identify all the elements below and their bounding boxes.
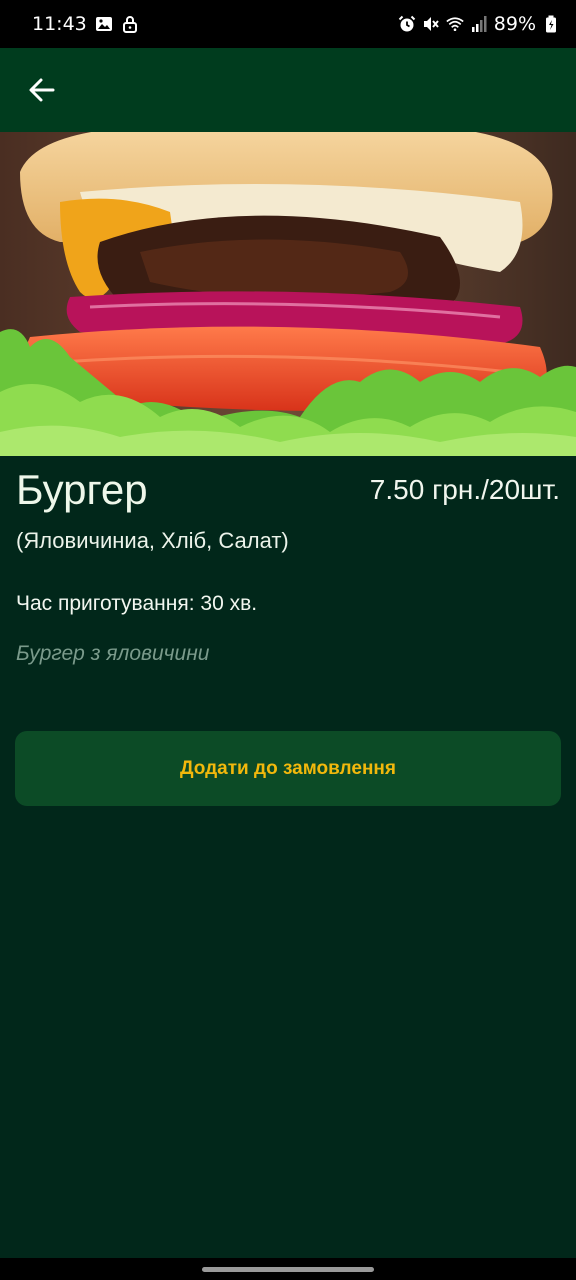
dish-title: Бургер [16, 466, 148, 513]
status-bar: 11:43 89% [0, 0, 576, 48]
dish-image [0, 132, 576, 456]
status-time: 11:43 [32, 13, 87, 35]
home-gesture-handle[interactable] [202, 1267, 374, 1272]
wifi-icon [446, 15, 464, 33]
alarm-icon [398, 15, 416, 33]
arrow-left-icon [29, 78, 55, 102]
mute-icon [422, 15, 440, 33]
app-bar [0, 48, 576, 132]
cook-time: Час приготування: 30 хв. [16, 592, 258, 615]
lock-icon [121, 15, 139, 33]
battery-icon [542, 15, 560, 33]
dish-ingredients: (Яловичиниа, Хліб, Салат) [16, 528, 289, 553]
title-row: Бургер 7.50 грн./20шт. [0, 456, 576, 532]
battery-percent: 89% [493, 13, 536, 35]
back-button[interactable] [24, 72, 60, 108]
navigation-bar [0, 1258, 576, 1280]
dish-details: Бургер 7.50 грн./20шт. (Яловичиниа, Хліб… [0, 456, 576, 806]
dish-price: 7.50 грн./20шт. [369, 474, 560, 505]
status-right: 89% [398, 13, 560, 35]
status-left: 11:43 [32, 13, 139, 35]
signal-icon [470, 15, 488, 33]
dish-description: Бургер з яловичини [16, 642, 210, 665]
gallery-icon [95, 15, 113, 33]
add-to-order-button[interactable]: Додати до замовлення [15, 731, 561, 806]
